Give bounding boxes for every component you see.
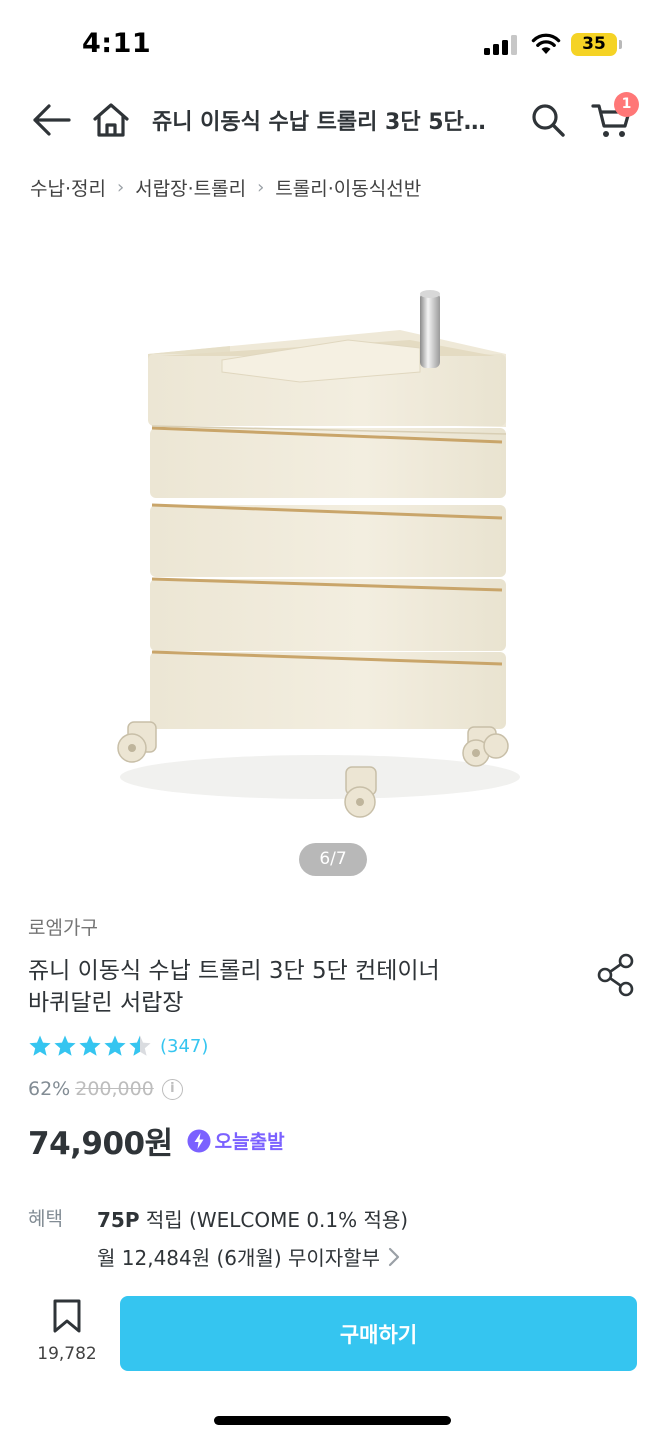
- image-counter: 6/7: [299, 843, 367, 876]
- chevron-right-icon: [388, 1247, 400, 1266]
- product-image: [117, 290, 520, 818]
- today-delivery-badge: 오늘출발: [187, 1127, 285, 1154]
- page-title: 쥬니 이동식 수납 트롤리 3단 5단…: [152, 110, 486, 135]
- product-name-line: 바퀴달린 서랍장: [28, 990, 184, 1016]
- cellular-signal-icon: [484, 35, 520, 55]
- search-button[interactable]: [527, 92, 569, 148]
- chevron-right-icon: ›: [116, 177, 125, 198]
- installment-benefit[interactable]: 월 12,484원 (6개월) 무이자할부: [97, 1242, 400, 1271]
- scrap-count: 19,782: [37, 1344, 97, 1364]
- half-star-icon: [129, 1035, 151, 1056]
- back-arrow-icon: [33, 104, 71, 136]
- status-bar: 4:11 35: [0, 0, 665, 92]
- breadcrumb-item[interactable]: 트롤리·이동식선반: [275, 174, 421, 201]
- breadcrumb-item[interactable]: 서랍장·트롤리: [135, 174, 246, 201]
- star-icon: [54, 1035, 76, 1056]
- price-row: 74,900원 오늘출발: [28, 1118, 285, 1163]
- product-image-gallery[interactable]: [0, 222, 665, 887]
- share-button[interactable]: [594, 952, 638, 998]
- discount-row: 62% 200,000 i: [28, 1078, 183, 1100]
- bookmark-icon: [53, 1299, 81, 1333]
- star-icon: [104, 1035, 126, 1056]
- brand-name[interactable]: 로엠가구: [28, 913, 98, 940]
- breadcrumb-item[interactable]: 수납·정리: [30, 174, 106, 201]
- star-icon: [29, 1035, 51, 1056]
- back-button[interactable]: [28, 92, 74, 148]
- search-icon: [532, 104, 565, 137]
- rating-row[interactable]: (347): [28, 1034, 208, 1058]
- status-time: 4:11: [82, 28, 152, 59]
- wifi-icon: [531, 33, 561, 54]
- scrap-button[interactable]: 19,782: [32, 1298, 102, 1364]
- points-amount: 75P: [97, 1208, 140, 1232]
- chevron-right-icon: ›: [257, 177, 265, 198]
- product-name-line: 쥬니 이동식 수납 트롤리 3단 5단 컨테이너: [28, 958, 440, 984]
- home-icon: [93, 103, 129, 137]
- battery-nub: [619, 40, 622, 49]
- points-text: 적립 (WELCOME 0.1% 적용): [139, 1208, 409, 1232]
- discount-rate: 62%: [28, 1078, 71, 1100]
- installment-text: 월 12,484원 (6개월) 무이자할부: [97, 1246, 380, 1270]
- share-icon: [597, 953, 634, 997]
- home-button[interactable]: [90, 92, 132, 148]
- sale-price: 74,900원: [28, 1126, 173, 1162]
- star-icon: [79, 1035, 101, 1056]
- battery-icon: 35: [571, 33, 617, 56]
- product-name: 쥬니 이동식 수납 트롤리 3단 5단 컨테이너 바퀴달린 서랍장: [28, 955, 568, 1019]
- star-rating: [28, 1034, 152, 1058]
- info-icon[interactable]: i: [161, 1078, 183, 1100]
- cart-badge: 1: [614, 92, 639, 117]
- home-indicator: [214, 1416, 451, 1425]
- points-benefit: 75P 적립 (WELCOME 0.1% 적용): [97, 1204, 408, 1233]
- breadcrumb: 수납·정리 › 서랍장·트롤리 › 트롤리·이동식선반: [30, 174, 421, 201]
- top-nav: 쥬니 이동식 수납 트롤리 3단 5단…: [0, 92, 665, 148]
- today-delivery-label: 오늘출발: [214, 1131, 285, 1153]
- lightning-icon: [187, 1129, 211, 1152]
- benefit-label: 혜택: [28, 1208, 63, 1230]
- review-count: (347): [160, 1035, 209, 1057]
- original-price: 200,000: [75, 1078, 154, 1100]
- buy-button[interactable]: 구매하기: [120, 1296, 637, 1371]
